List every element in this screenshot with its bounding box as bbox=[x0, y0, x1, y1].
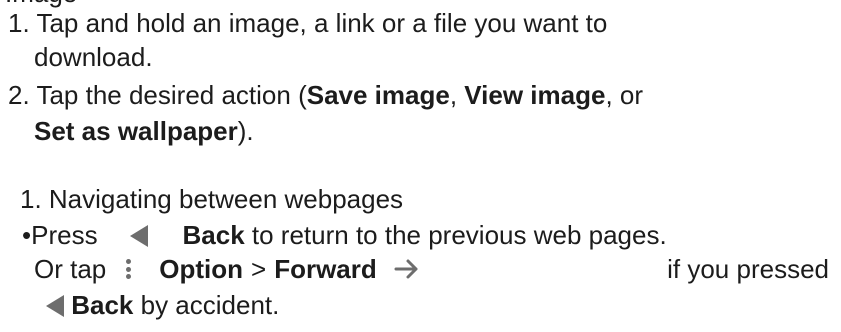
step-2-text: Tap the desired action ( bbox=[36, 80, 307, 110]
back-icon bbox=[46, 295, 64, 317]
step-2-number: 2. bbox=[8, 80, 30, 110]
step-1-text: Tap and hold an image, a link or a file … bbox=[36, 8, 608, 38]
bullet-line-2: Or tap Option > Forward if you pressed bbox=[34, 254, 829, 284]
step-1-continuation: download. bbox=[34, 42, 153, 72]
view-image-label: View image bbox=[464, 80, 606, 110]
step-2: 2. Tap the desired action (Save image, V… bbox=[8, 80, 643, 110]
section-heading: 1. Navigating between webpages bbox=[20, 184, 404, 214]
separator: , or bbox=[605, 80, 644, 110]
bullet-line-1: •Press Back to return to the previous we… bbox=[22, 220, 667, 250]
step-2-continuation: Set as wallpaper). bbox=[34, 116, 254, 146]
if-pressed-text: if you pressed bbox=[667, 254, 829, 284]
bullet-line-3: Back by accident. bbox=[46, 290, 279, 320]
back-description: to return to the previous web pages. bbox=[244, 220, 667, 250]
step-2-tail: ). bbox=[237, 116, 254, 146]
step-1: 1. Tap and hold an image, a link or a fi… bbox=[8, 8, 607, 38]
more-vert-icon bbox=[126, 259, 132, 279]
forward-label: Forward bbox=[274, 254, 377, 284]
back-label: Back bbox=[182, 220, 245, 250]
separator: , bbox=[449, 80, 465, 110]
bullet: • bbox=[22, 220, 32, 250]
set-as-wallpaper-label: Set as wallpaper bbox=[34, 116, 238, 146]
back-icon bbox=[130, 225, 149, 247]
arrow-forward-icon bbox=[394, 259, 418, 279]
clipped-heading: Image bbox=[5, 0, 77, 8]
step-1-number: 1. bbox=[8, 8, 30, 38]
or-tap-text: Or tap bbox=[34, 254, 107, 284]
option-label: Option bbox=[159, 254, 244, 284]
greater-than: > bbox=[251, 254, 267, 284]
save-image-label: Save image bbox=[306, 80, 450, 110]
by-accident-text: by accident. bbox=[133, 290, 280, 320]
press-text: Press bbox=[31, 220, 98, 250]
back-label: Back bbox=[71, 290, 134, 320]
